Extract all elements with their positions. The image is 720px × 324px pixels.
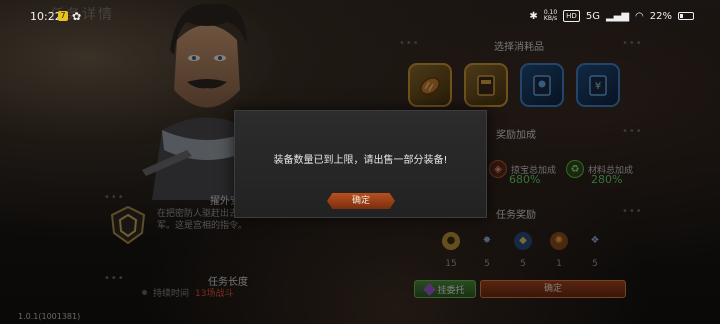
wifi-icon: ◠ (635, 10, 644, 22)
alert-dialog: 装备数量已到上限，请出售一部分装备! 确定 (234, 110, 487, 218)
status-bar: 10:22 7 ✿ ✱ 0.10 KB/s HD 5G ▂▄▆ ◠ 22% (0, 0, 720, 30)
net-speed: 0.10 KB/s (543, 9, 558, 22)
signal-icon: ▂▄▆ (605, 10, 630, 22)
battery-percent: 22% (649, 10, 672, 22)
status-icons: ✱ 0.10 KB/s HD 5G ▂▄▆ ◠ 22% (529, 9, 694, 23)
battery-icon (678, 12, 694, 20)
sim-badge: 5G (585, 10, 600, 22)
clock: 10:22 (30, 10, 62, 23)
gallery-icon: ✿ (72, 10, 82, 23)
alert-confirm-button[interactable]: 确定 (327, 193, 395, 209)
alert-message: 装备数量已到上限，请出售一部分装备! (273, 155, 448, 166)
app-icon: 7 (58, 11, 68, 21)
bluetooth-icon: ✱ (529, 10, 538, 22)
hd-badge: HD (563, 10, 580, 22)
